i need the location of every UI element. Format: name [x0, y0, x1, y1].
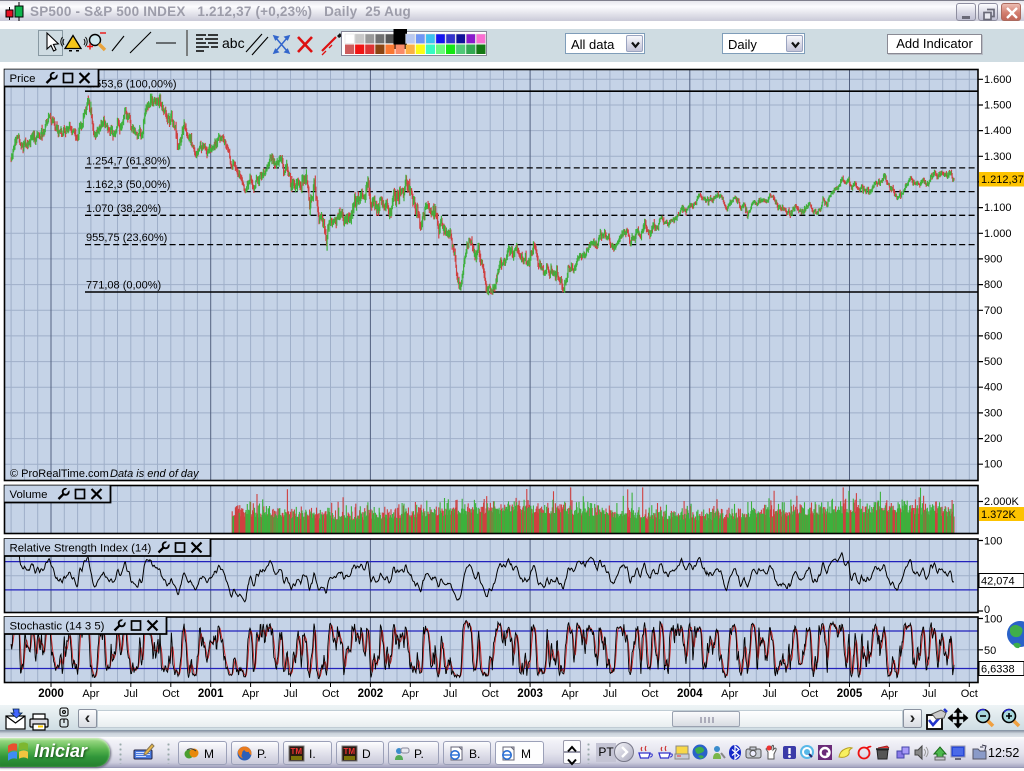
- svg-text:500: 500: [984, 356, 1002, 368]
- svg-text:1.400: 1.400: [984, 125, 1012, 137]
- svg-text:TM: TM: [344, 747, 356, 756]
- svg-text:1.500: 1.500: [984, 100, 1012, 112]
- svg-text:Oct: Oct: [641, 688, 658, 700]
- svg-text:Oct: Oct: [482, 688, 499, 700]
- svg-text:2001: 2001: [198, 688, 224, 700]
- svg-text:1.212,37: 1.212,37: [981, 174, 1024, 186]
- svg-text:Apr: Apr: [402, 688, 419, 700]
- svg-text:771,08 (0,00%): 771,08 (0,00%): [86, 280, 161, 292]
- svg-text:Jul: Jul: [283, 688, 297, 700]
- svg-text:1.070 (38,20%): 1.070 (38,20%): [86, 203, 161, 215]
- svg-text:1.300: 1.300: [984, 151, 1012, 163]
- svg-text:900: 900: [984, 253, 1002, 265]
- svg-text:Price: Price: [10, 73, 36, 85]
- svg-text:Apr: Apr: [881, 688, 898, 700]
- svg-text:Jul: Jul: [443, 688, 457, 700]
- svg-text:abc: abc: [222, 35, 245, 51]
- svg-text:2004: 2004: [677, 688, 703, 700]
- svg-text:955,75 (23,60%): 955,75 (23,60%): [86, 232, 167, 244]
- svg-text:1.162,3 (50,00%): 1.162,3 (50,00%): [86, 179, 170, 191]
- svg-text:Apr: Apr: [82, 688, 99, 700]
- svg-text:Data is end of day: Data is end of day: [110, 468, 200, 480]
- svg-text:100: 100: [984, 536, 1002, 548]
- svg-text:Jul: Jul: [124, 688, 138, 700]
- svg-text:Oct: Oct: [162, 688, 179, 700]
- svg-text:1.553,6 (100,00%): 1.553,6 (100,00%): [86, 79, 177, 91]
- svg-text:6,6338: 6,6338: [981, 664, 1015, 676]
- svg-text:2.000K: 2.000K: [984, 496, 1020, 508]
- svg-text:200: 200: [984, 433, 1002, 445]
- svg-text:50: 50: [984, 645, 996, 657]
- svg-text:Apr: Apr: [242, 688, 259, 700]
- svg-text:Oct: Oct: [801, 688, 818, 700]
- svg-text:© ProRealTime.com: © ProRealTime.com: [10, 468, 109, 480]
- svg-text:TM: TM: [291, 747, 303, 756]
- svg-text:1.100: 1.100: [984, 202, 1012, 214]
- svg-text:300: 300: [984, 407, 1002, 419]
- svg-text:100: 100: [984, 614, 1002, 626]
- svg-text:2000: 2000: [38, 688, 64, 700]
- svg-text:Volume: Volume: [10, 489, 48, 501]
- svg-text:2002: 2002: [358, 688, 384, 700]
- svg-text:700: 700: [984, 305, 1002, 317]
- svg-text:1.254,7 (61,80%): 1.254,7 (61,80%): [86, 155, 170, 167]
- svg-text:1.000: 1.000: [984, 228, 1012, 240]
- svg-text:1.600: 1.600: [984, 74, 1012, 86]
- svg-text:600: 600: [984, 330, 1002, 342]
- svg-text:Oct: Oct: [322, 688, 339, 700]
- svg-text:2005: 2005: [837, 688, 863, 700]
- svg-text:400: 400: [984, 382, 1002, 394]
- svg-text:Oct: Oct: [961, 688, 978, 700]
- svg-text:2003: 2003: [517, 688, 543, 700]
- svg-text:100: 100: [984, 459, 1002, 471]
- svg-text:Jul: Jul: [922, 688, 936, 700]
- svg-text:Relative Strength Index (14): Relative Strength Index (14): [10, 543, 152, 555]
- svg-text:42,074: 42,074: [981, 576, 1015, 588]
- svg-text:Apr: Apr: [561, 688, 578, 700]
- svg-text:Apr: Apr: [721, 688, 738, 700]
- svg-text:Jul: Jul: [763, 688, 777, 700]
- svg-text:1.372K: 1.372K: [981, 509, 1017, 521]
- svg-text:800: 800: [984, 279, 1002, 291]
- svg-text:Stochastic (14 3 5): Stochastic (14 3 5): [10, 621, 105, 633]
- svg-text:Jul: Jul: [603, 688, 617, 700]
